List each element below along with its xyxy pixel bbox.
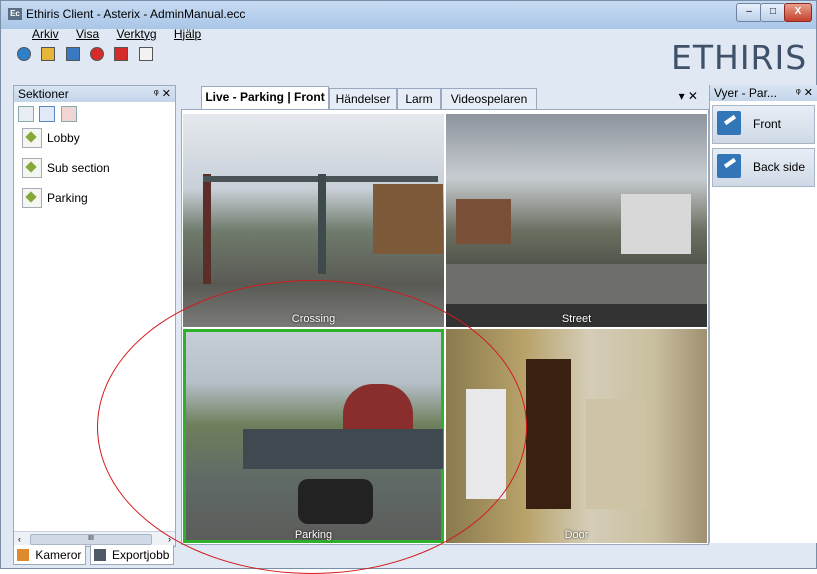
camera-label: Street [561,313,592,325]
menu-hjalp[interactable]: Hjälp [174,27,201,41]
tab-kameror[interactable]: Kameror [13,545,87,565]
view-item-back-side[interactable]: Back side [712,148,815,187]
minimize-button[interactable]: – [736,3,762,22]
view-item-front[interactable]: Front [712,105,815,144]
camera-tile-door[interactable]: Door [446,329,707,543]
view-layout-icon [717,111,741,135]
section-icon [22,158,42,178]
toolbar [17,47,160,61]
section-label: Parking [47,191,88,205]
tab-larm[interactable]: Larm [397,88,441,109]
tab-exportjobb[interactable]: Exportjobb [89,545,175,565]
views-panel-header: Vyer - Par... ᵠ ✕ [710,85,817,101]
views-panel-controls[interactable]: ᵠ ✕ [796,85,813,101]
camera-label: Crossing [291,313,336,325]
app-window: Ec Ethiris Client - Asterix - AdminManua… [0,0,817,569]
center-tab-controls[interactable]: ▾ ✕ [679,89,698,103]
sections-panel-header: Sektioner ᵠ ✕ [14,86,175,102]
view-label: Front [753,117,782,131]
sync-icon[interactable] [65,47,80,61]
horizontal-scrollbar[interactable]: ‹ III › [14,531,175,546]
settings-icon[interactable] [17,47,31,61]
tab-live-parking-front[interactable]: Live - Parking | Front [201,86,329,110]
menu-arkiv[interactable]: Arkiv [32,27,59,41]
tab-label: Exportjobb [112,548,170,562]
scroll-right-icon[interactable]: › [168,532,171,546]
section-icon [22,128,42,148]
scroll-left-icon[interactable]: ‹ [18,532,21,546]
export-job-icon [93,549,106,561]
section-item-lobby[interactable]: Lobby [14,124,175,154]
record-icon[interactable] [90,47,105,61]
video-grid: Crossing Street Parking Door [181,109,709,545]
tab-handelser[interactable]: Händelser [329,88,397,109]
list-view-icon[interactable] [39,106,56,122]
sections-panel-controls[interactable]: ᵠ ✕ [154,86,171,102]
camera-tile-parking[interactable]: Parking [183,329,444,543]
section-label: Lobby [47,131,80,145]
export-icon[interactable] [138,47,153,61]
menu-bar: Arkiv Visa Verktyg Hjälp [6,27,215,45]
camera-label: Door [564,529,589,541]
tab-videospelaren[interactable]: Videospelaren [441,88,537,109]
bottom-tab-strip: Kameror Exportjobb [13,545,175,567]
sections-toolbar [14,102,175,124]
views-panel: Vyer - Par... ᵠ ✕ Front Back side [709,85,817,543]
section-item-parking[interactable]: Parking [14,184,175,214]
section-label: Sub section [47,161,110,175]
alarm-view-icon[interactable] [60,106,77,122]
maximize-button[interactable]: □ [760,3,786,22]
camera-tile-street[interactable]: Street [446,114,707,327]
section-icon [22,188,42,208]
sections-panel-title: Sektioner [18,87,69,101]
scrollbar-thumb[interactable]: III [30,534,152,545]
view-layout-icon [717,154,741,178]
camera-icon [17,549,29,561]
tree-view-icon[interactable] [18,106,34,122]
camera-label: Parking [294,529,333,541]
menu-visa[interactable]: Visa [76,27,99,41]
window-title: Ethiris Client - Asterix - AdminManual.e… [26,7,246,21]
sections-panel: Sektioner ᵠ ✕ Lobby Sub section Parking … [13,85,176,547]
section-item-sub-section[interactable]: Sub section [14,154,175,184]
menu-verktyg[interactable]: Verktyg [117,27,157,41]
app-icon: Ec [8,8,22,20]
views-panel-title: Vyer - Par... [714,86,777,100]
view-label: Back side [753,160,806,174]
power-icon[interactable] [114,47,129,61]
tab-label: Kameror [35,548,82,562]
title-bar[interactable]: Ec Ethiris Client - Asterix - AdminManua… [1,1,816,29]
center-tab-strip: Live - Parking | Front Händelser Larm Vi… [187,85,706,110]
camera-tile-crossing[interactable]: Crossing [183,114,444,327]
close-button[interactable]: X [784,3,812,22]
ethiris-logo: ETHIRIS [671,38,808,77]
folder-icon[interactable] [41,47,56,61]
